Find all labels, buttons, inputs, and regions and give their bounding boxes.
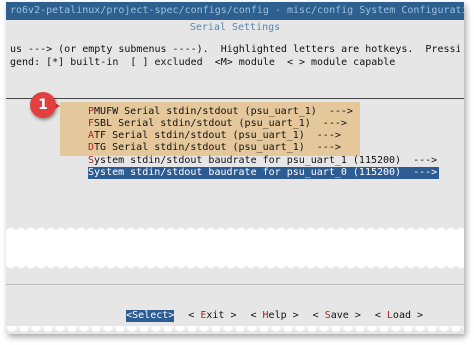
menu-item-label: ystem stdin/stdout baudrate for psu_uart… — [94, 167, 438, 178]
torn-edge — [6, 264, 464, 272]
menu-item-baudrate-uart1[interactable]: System stdin/stdout baudrate for psu_uar… — [88, 155, 437, 167]
menu-item-dtg-serial[interactable]: DTG Serial stdin/stdout (psu_uart_1) ---… — [88, 142, 341, 154]
select-button[interactable]: <Select> — [126, 310, 175, 322]
menu-item-baudrate-uart0[interactable]: System stdin/stdout baudrate for psu_uar… — [88, 167, 440, 179]
menu-item-pmufw-serial[interactable]: PMUFW Serial stdin/stdout (psu_uart_1) -… — [88, 106, 353, 118]
terminal-window: ro6v2-petalinux/project-spec/configs/con… — [6, 2, 464, 334]
menu-item-label: TF Serial stdin/stdout (psu_uart_1) ---> — [94, 130, 341, 141]
help-button[interactable]: < Help > — [250, 310, 298, 322]
menu-item-label: TG Serial stdin/stdout (psu_uart_1) ---> — [94, 142, 341, 153]
load-button[interactable]: < Load > — [375, 310, 423, 322]
menu-top-border — [6, 98, 464, 99]
torn-edge — [458, 2, 464, 334]
help-text-line-1: us ---> (or empty submenus ----). Highli… — [10, 44, 460, 55]
exit-button[interactable]: < Exit > — [188, 310, 236, 322]
callout-badge: 1 — [30, 92, 56, 118]
menu-item-atf-serial[interactable]: ATF Serial stdin/stdout (psu_uart_1) ---… — [88, 130, 341, 142]
menu-item-label: SBL Serial stdin/stdout (psu_uart_1) ---… — [94, 118, 347, 129]
window-title: ro6v2-petalinux/project-spec/configs/con… — [6, 2, 464, 20]
dialog-title: Serial Settings — [189, 22, 281, 33]
menu-item-label: ystem stdin/stdout baudrate for psu_uart… — [94, 155, 438, 166]
menu-item-label: MUFW Serial stdin/stdout (psu_uart_1) --… — [94, 106, 353, 117]
button-bar-separator — [6, 284, 464, 285]
torn-edge — [6, 326, 464, 334]
help-text-line-2: gend: [*] built-in [ ] excluded <M> modu… — [10, 57, 396, 68]
save-button[interactable]: < Save > — [313, 310, 361, 322]
torn-gap — [6, 230, 464, 266]
menu-item-fsbl-serial[interactable]: FSBL Serial stdin/stdout (psu_uart_1) --… — [88, 118, 347, 130]
